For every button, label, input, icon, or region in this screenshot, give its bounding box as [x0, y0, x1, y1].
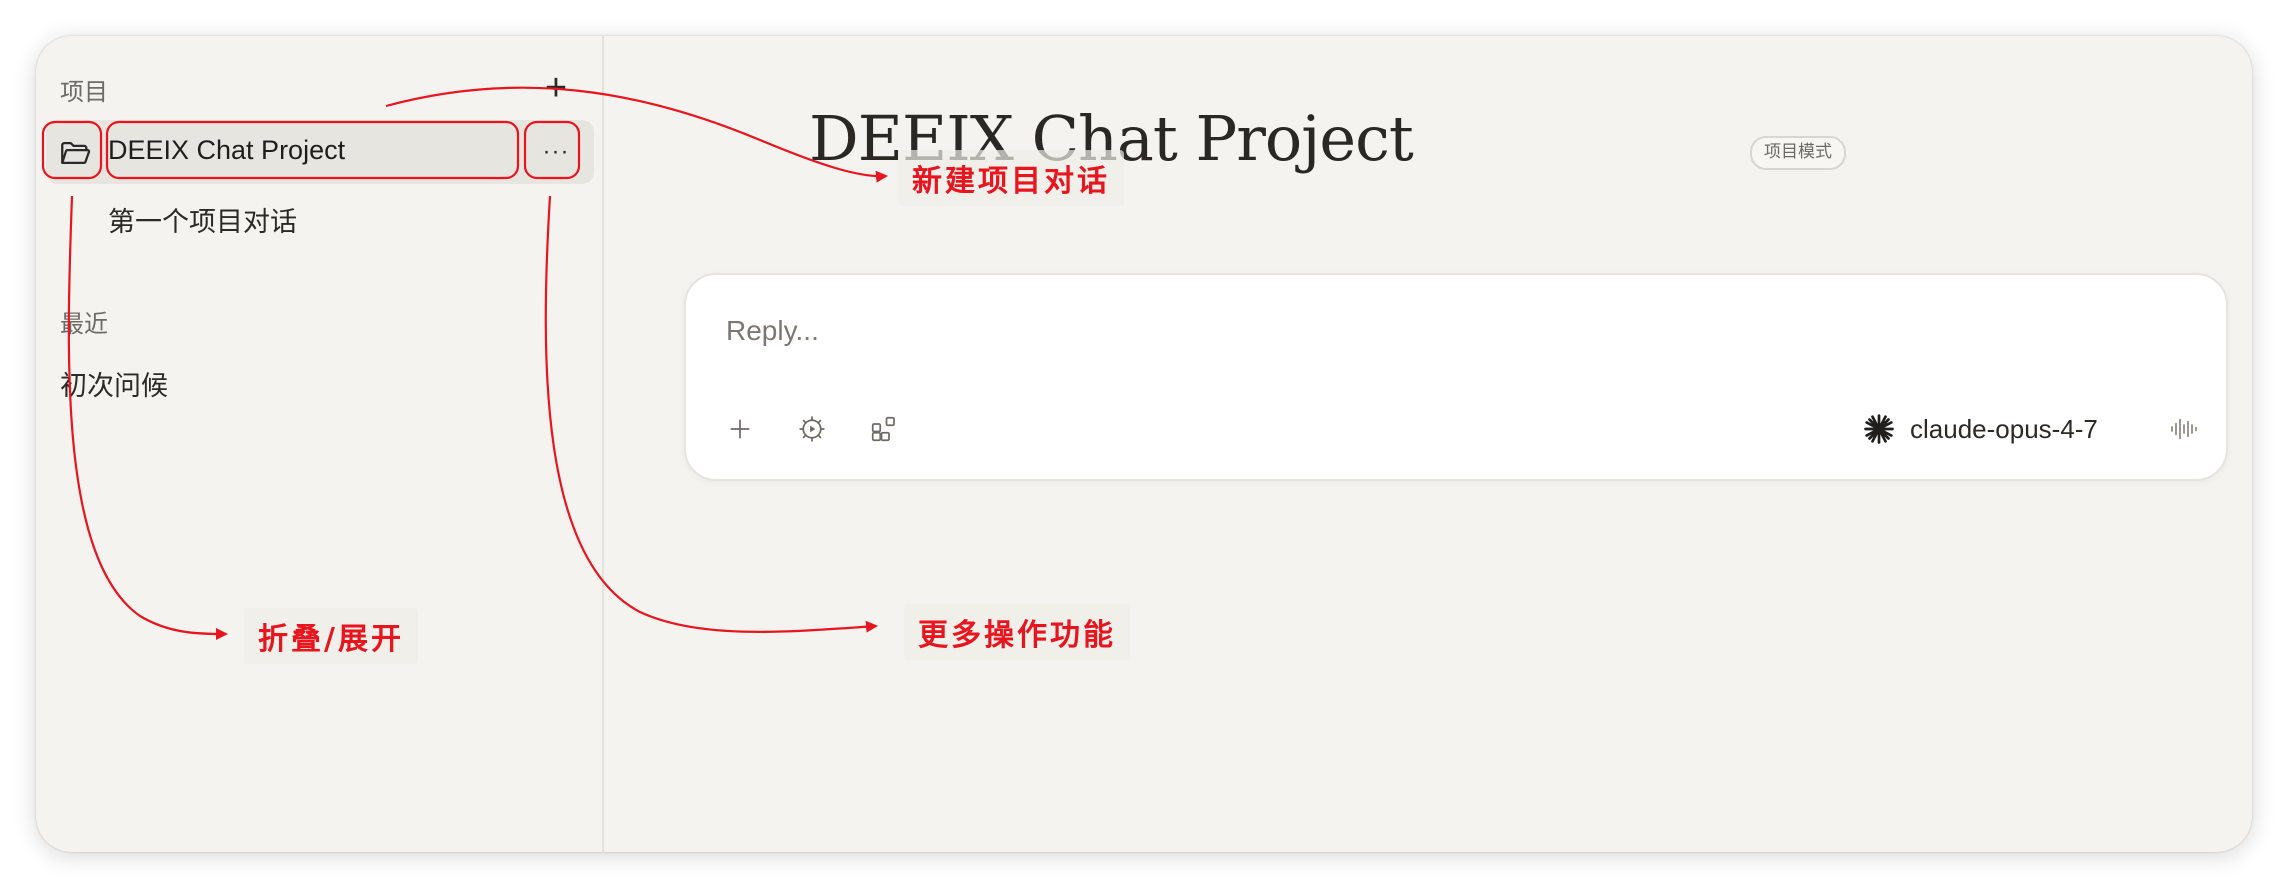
- apps-add-icon: [871, 416, 895, 442]
- recent-section-title: 最近: [60, 311, 108, 338]
- project-more-button[interactable]: ···: [532, 132, 580, 172]
- project-mode-badge: 项目模式: [1750, 136, 1846, 170]
- sidebar: 项目 + DEEIX Chat Project ··· 第一个项目对话 最近 初…: [36, 36, 604, 852]
- add-attachment-button[interactable]: [718, 407, 762, 451]
- collapse-expand-annotation: 折叠/展开: [244, 608, 418, 664]
- project-conversation-item[interactable]: 第一个项目对话: [108, 200, 297, 239]
- model-selector[interactable]: claude-opus-4-7: [1862, 409, 2098, 449]
- recent-conversation-item[interactable]: 初次问候: [60, 364, 168, 403]
- new-conversation-annotation: 新建项目对话: [898, 150, 1124, 206]
- model-name: claude-opus-4-7: [1910, 413, 2098, 444]
- ellipsis-icon: ···: [542, 138, 570, 165]
- reply-input[interactable]: [726, 311, 1826, 351]
- voice-input-button[interactable]: [2162, 407, 2206, 451]
- voice-waveform-icon: [2171, 418, 2197, 440]
- settings-play-icon: [799, 416, 825, 442]
- message-composer: claude-opus-4-7: [684, 273, 2228, 481]
- folder-open-icon[interactable]: [58, 136, 92, 170]
- project-name[interactable]: DEEIX Chat Project: [108, 135, 345, 166]
- claude-spark-icon: [1864, 414, 1894, 444]
- new-project-chat-button[interactable]: +: [536, 68, 576, 108]
- more-actions-annotation: 更多操作功能: [904, 604, 1130, 660]
- plus-icon: [730, 419, 750, 439]
- apps-button[interactable]: [862, 407, 906, 451]
- projects-section-title: 项目: [60, 79, 108, 106]
- settings-button[interactable]: [790, 407, 834, 451]
- plus-icon: +: [544, 67, 568, 109]
